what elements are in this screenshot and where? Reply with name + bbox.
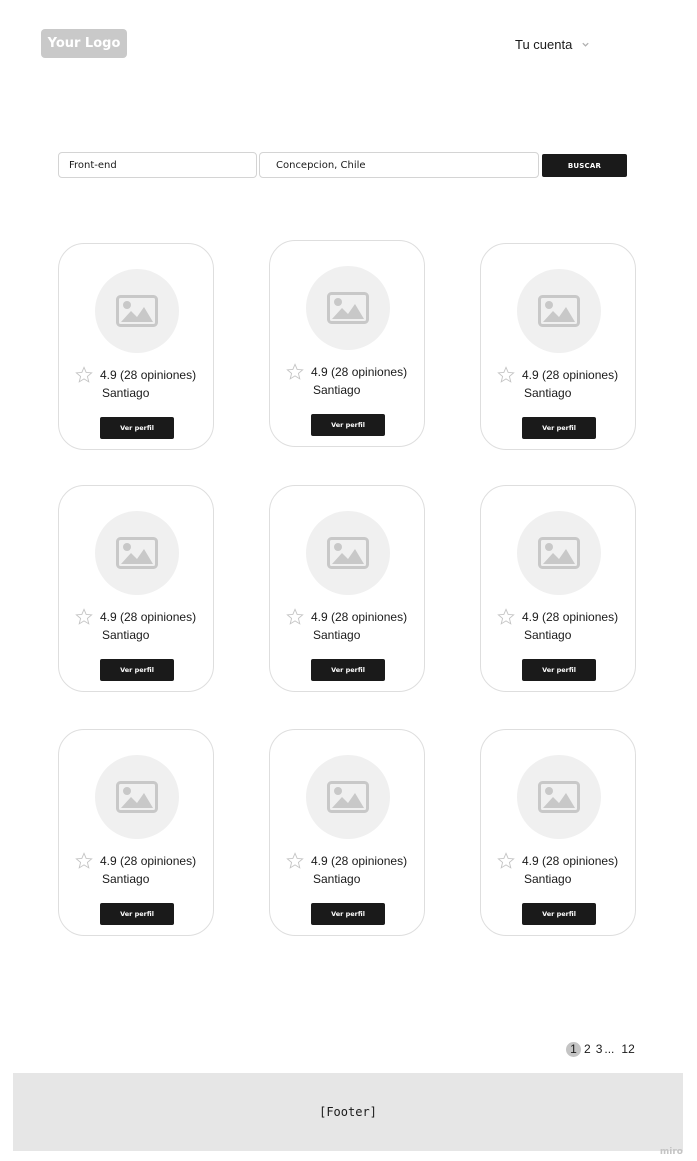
avatar-placeholder	[95, 755, 179, 839]
view-profile-button[interactable]: Ver perfil	[100, 659, 174, 681]
logo[interactable]: Your Logo	[41, 29, 127, 58]
avatar-placeholder	[517, 511, 601, 595]
image-placeholder-icon	[116, 537, 158, 569]
profile-card: 4.9 (28 opiniones) Santiago Ver perfil	[58, 485, 214, 692]
star-icon[interactable]	[497, 852, 515, 870]
footer: [Footer]	[13, 1073, 683, 1151]
pagination: 1 2 3 ... 12	[566, 1040, 635, 1058]
city-text: Santiago	[524, 386, 572, 400]
city-text: Santiago	[313, 628, 361, 642]
view-profile-button[interactable]: Ver perfil	[311, 903, 385, 925]
city-text: Santiago	[524, 628, 572, 642]
rating-text: 4.9 (28 opiniones)	[522, 610, 619, 624]
role-search-input[interactable]	[58, 152, 257, 178]
rating-text: 4.9 (28 opiniones)	[522, 368, 619, 382]
page-ellipsis: ...	[604, 1042, 615, 1056]
star-icon[interactable]	[497, 608, 515, 626]
rating-text: 4.9 (28 opiniones)	[100, 854, 197, 868]
account-menu[interactable]: Tu cuenta	[515, 35, 590, 53]
city-text: Santiago	[313, 383, 361, 397]
city-text: Santiago	[102, 628, 150, 642]
rating-text: 4.9 (28 opiniones)	[311, 365, 408, 379]
city-text: Santiago	[524, 872, 572, 886]
account-label: Tu cuenta	[515, 36, 573, 52]
rating-text: 4.9 (28 opiniones)	[100, 368, 197, 382]
star-icon[interactable]	[286, 608, 304, 626]
star-icon[interactable]	[286, 363, 304, 381]
image-placeholder-icon	[116, 781, 158, 813]
page-current[interactable]: 1	[566, 1041, 581, 1057]
location-search-input[interactable]	[259, 152, 539, 178]
profile-card: 4.9 (28 opiniones) Santiago Ver perfil	[58, 243, 214, 450]
avatar-placeholder	[517, 269, 601, 353]
profile-card: 4.9 (28 opiniones) Santiago Ver perfil	[269, 240, 425, 447]
search-button[interactable]: BUSCAR	[542, 154, 627, 177]
image-placeholder-icon	[538, 781, 580, 813]
image-placeholder-icon	[327, 537, 369, 569]
star-icon[interactable]	[75, 608, 93, 626]
profile-card: 4.9 (28 opiniones) Santiago Ver perfil	[269, 485, 425, 692]
rating-text: 4.9 (28 opiniones)	[311, 610, 408, 624]
rating-text: 4.9 (28 opiniones)	[100, 610, 197, 624]
star-icon[interactable]	[75, 366, 93, 384]
city-text: Santiago	[102, 386, 150, 400]
rating-text: 4.9 (28 opiniones)	[522, 854, 619, 868]
profile-card: 4.9 (28 opiniones) Santiago Ver perfil	[269, 729, 425, 936]
view-profile-button[interactable]: Ver perfil	[100, 417, 174, 439]
miro-watermark: miro	[659, 1147, 683, 1157]
image-placeholder-icon	[327, 292, 369, 324]
view-profile-button[interactable]: Ver perfil	[522, 659, 596, 681]
image-placeholder-icon	[327, 781, 369, 813]
page-2-link[interactable]: 2	[584, 1042, 591, 1056]
image-placeholder-icon	[538, 295, 580, 327]
view-profile-button[interactable]: Ver perfil	[311, 414, 385, 436]
star-icon[interactable]	[75, 852, 93, 870]
page-3-link[interactable]: 3	[596, 1042, 603, 1056]
profile-card: 4.9 (28 opiniones) Santiago Ver perfil	[480, 243, 636, 450]
star-icon[interactable]	[497, 366, 515, 384]
image-placeholder-icon	[116, 295, 158, 327]
view-profile-button[interactable]: Ver perfil	[311, 659, 385, 681]
chevron-down-icon	[582, 42, 589, 47]
avatar-placeholder	[306, 266, 390, 350]
view-profile-button[interactable]: Ver perfil	[522, 417, 596, 439]
profile-card: 4.9 (28 opiniones) Santiago Ver perfil	[480, 485, 636, 692]
city-text: Santiago	[102, 872, 150, 886]
avatar-placeholder	[306, 755, 390, 839]
avatar-placeholder	[306, 511, 390, 595]
avatar-placeholder	[517, 755, 601, 839]
footer-text: [Footer]	[319, 1105, 377, 1119]
profile-card: 4.9 (28 opiniones) Santiago Ver perfil	[480, 729, 636, 936]
star-icon[interactable]	[286, 852, 304, 870]
image-placeholder-icon	[538, 537, 580, 569]
profile-card: 4.9 (28 opiniones) Santiago Ver perfil	[58, 729, 214, 936]
avatar-placeholder	[95, 269, 179, 353]
view-profile-button[interactable]: Ver perfil	[100, 903, 174, 925]
rating-text: 4.9 (28 opiniones)	[311, 854, 408, 868]
page-last-link[interactable]: 12	[621, 1042, 634, 1056]
city-text: Santiago	[313, 872, 361, 886]
view-profile-button[interactable]: Ver perfil	[522, 903, 596, 925]
avatar-placeholder	[95, 511, 179, 595]
